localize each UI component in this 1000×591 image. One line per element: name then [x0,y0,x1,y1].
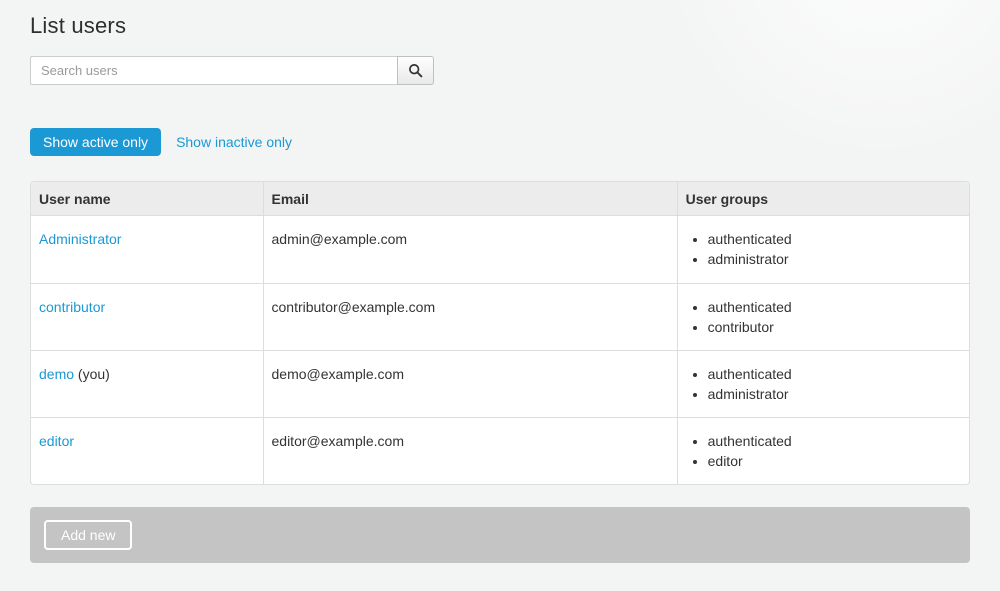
page-title: List users [30,13,970,39]
groups-list: authenticated administrator [686,364,961,404]
user-link[interactable]: editor [39,433,74,449]
table-row: editor editor@example.com authenticated … [31,417,969,484]
table-row: demo (you) demo@example.com authenticate… [31,350,969,417]
user-suffix: (you) [74,366,110,382]
email-cell: demo@example.com [263,350,677,417]
username-cell: Administrator [31,216,263,283]
groups-cell: authenticated administrator [677,216,969,283]
action-footer-bar: Add new [30,507,970,563]
table-row: Administrator admin@example.com authenti… [31,216,969,283]
users-page: List users Show active only Show inactiv… [0,13,1000,563]
group-item: contributor [708,317,961,337]
username-cell: contributor [31,283,263,350]
groups-list: authenticated editor [686,431,961,471]
group-item: authenticated [708,364,961,384]
email-cell: editor@example.com [263,417,677,484]
search-button[interactable] [397,56,434,85]
username-cell: editor [31,417,263,484]
user-link[interactable]: demo [39,366,74,382]
add-new-button[interactable]: Add new [44,520,132,550]
filter-toggle-row: Show active only Show inactive only [30,128,970,156]
email-cell: contributor@example.com [263,283,677,350]
group-item: editor [708,451,961,471]
users-table: User name Email User groups Administrato… [30,181,970,485]
groups-cell: authenticated editor [677,417,969,484]
group-item: administrator [708,249,961,269]
show-inactive-only-link[interactable]: Show inactive only [176,134,292,150]
groups-list: authenticated administrator [686,229,961,269]
table-row: contributor contributor@example.com auth… [31,283,969,350]
groups-cell: authenticated administrator [677,350,969,417]
search-input[interactable] [30,56,397,85]
group-item: authenticated [708,297,961,317]
group-item: authenticated [708,431,961,451]
user-link[interactable]: Administrator [39,231,121,247]
email-cell: admin@example.com [263,216,677,283]
groups-list: authenticated contributor [686,297,961,337]
column-header-email: Email [263,182,677,216]
table-header-row: User name Email User groups [31,182,969,216]
username-cell: demo (you) [31,350,263,417]
column-header-username: User name [31,182,263,216]
groups-cell: authenticated contributor [677,283,969,350]
magnifier-icon [408,63,423,78]
user-link[interactable]: contributor [39,299,105,315]
group-item: administrator [708,384,961,404]
group-item: authenticated [708,229,961,249]
search-bar [30,56,434,85]
show-active-only-button[interactable]: Show active only [30,128,161,156]
column-header-user-groups: User groups [677,182,969,216]
